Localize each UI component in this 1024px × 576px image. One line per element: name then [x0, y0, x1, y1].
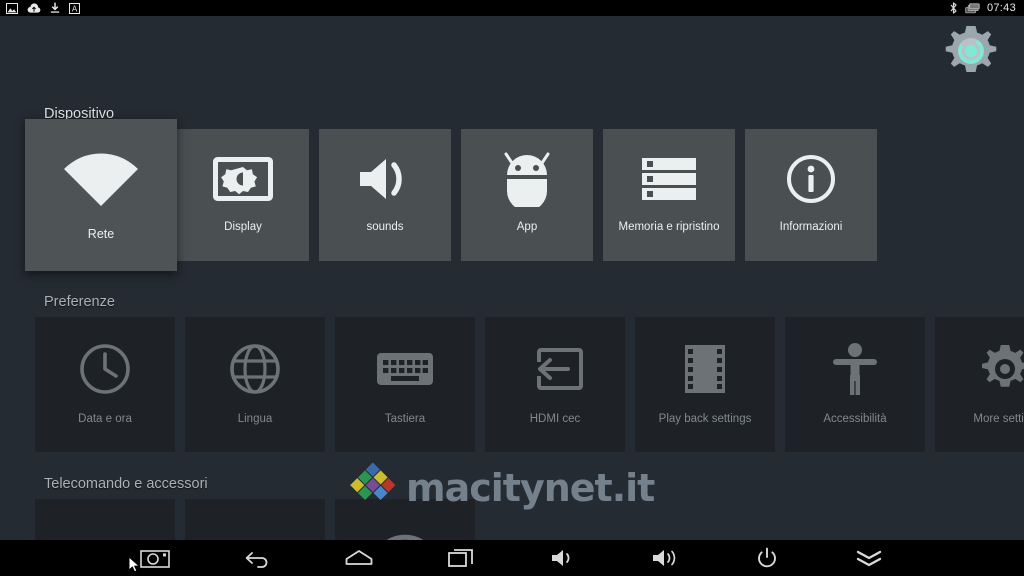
recents-button[interactable]	[410, 540, 512, 576]
globe-icon	[228, 325, 282, 413]
tile-hdmi-cec[interactable]: HDMI cec	[485, 317, 625, 452]
info-icon	[785, 137, 837, 221]
double-chevron-down-icon	[856, 550, 882, 567]
clock-icon	[78, 325, 132, 413]
status-bar: A 07:43	[0, 0, 1024, 16]
tile-lingua[interactable]: Lingua	[185, 317, 325, 452]
tile-sounds[interactable]: sounds	[319, 129, 451, 261]
storage-icon	[640, 137, 698, 221]
tile-label-lingua: Lingua	[237, 413, 273, 425]
tile-label-more-setting: More setting	[973, 413, 1024, 425]
status-bar-right-icons: 07:43	[949, 2, 1018, 14]
section-title-preferenze: Preferenze	[44, 294, 115, 310]
tile-display[interactable]: Display	[177, 129, 309, 261]
back-button[interactable]	[206, 540, 308, 576]
preferences-tile-row: Data e ora Lingua Tastiera HDMI cec Play…	[0, 317, 1024, 452]
section-preferenze: Preferenze Data e ora Lingua Tastiera HD…	[0, 294, 1024, 452]
tile-label-hdmi-cec: HDMI cec	[529, 413, 581, 425]
cloud-upload-icon	[27, 2, 41, 13]
status-bar-clock: 07:43	[986, 2, 1016, 14]
mouse-cursor	[128, 556, 140, 573]
tile-play-back-settings[interactable]: Play back settings	[635, 317, 775, 452]
app-letter-icon: A	[69, 2, 80, 14]
download-icon	[50, 2, 60, 13]
tile-label-accessibilita: Accessibilità	[823, 413, 887, 425]
screenshot-icon	[6, 2, 18, 14]
tile-label-tastiera: Tastiera	[384, 413, 426, 425]
tile-label-sounds: sounds	[366, 221, 404, 233]
volume-down-button[interactable]	[512, 540, 614, 576]
tile-app[interactable]: App	[461, 129, 593, 261]
tile-label-informazioni: Informazioni	[779, 221, 843, 233]
keyboard-icon	[376, 325, 434, 413]
section-title-telecomando: Telecomando e accessori	[44, 476, 208, 492]
film-icon	[681, 325, 729, 413]
section-dispositivo: Dispositivo Rete Display sounds App Memo…	[0, 106, 1024, 271]
home-button[interactable]	[308, 540, 410, 576]
volume-up-icon	[653, 550, 676, 566]
tile-more-setting[interactable]: More setting	[935, 317, 1024, 452]
navigation-bar	[0, 540, 1024, 576]
svg-text:A: A	[72, 4, 78, 13]
accessibility-icon	[831, 325, 879, 413]
recents-icon	[448, 549, 473, 567]
tile-label-rete: Rete	[87, 227, 115, 241]
tile-informazioni[interactable]: Informazioni	[745, 129, 877, 261]
settings-gear-icon[interactable]	[940, 20, 1002, 87]
back-arrow-icon	[245, 552, 268, 568]
tile-label-display: Display	[224, 221, 262, 233]
android-icon	[500, 137, 554, 221]
hdmi-cec-icon	[526, 325, 584, 413]
screenshot-button[interactable]	[104, 540, 206, 576]
camera-icon	[140, 550, 170, 568]
settings-content: Dispositivo Rete Display sounds App Memo…	[0, 16, 1024, 576]
status-bar-left-icons: A	[6, 2, 80, 14]
power-icon	[758, 547, 776, 568]
wifi-icon	[62, 131, 140, 227]
tile-label-data-e-ora: Data e ora	[78, 413, 132, 425]
collapse-button[interactable]	[818, 540, 920, 576]
tile-label-memoria: Memoria e ripristino	[618, 221, 720, 233]
home-icon	[345, 550, 373, 565]
volume-up-button[interactable]	[614, 540, 716, 576]
tile-label-play-back-settings: Play back settings	[658, 413, 752, 425]
sound-icon	[356, 137, 414, 221]
device-tile-row: Rete Display sounds App Memoria e ripris…	[0, 119, 1024, 271]
tile-label-app: App	[516, 221, 538, 233]
tile-data-e-ora[interactable]: Data e ora	[35, 317, 175, 452]
power-button[interactable]	[716, 540, 818, 576]
gear-icon	[977, 325, 1024, 413]
tile-memoria[interactable]: Memoria e ripristino	[603, 129, 735, 261]
tile-accessibilita[interactable]: Accessibilità	[785, 317, 925, 452]
sdcard-stack-icon	[965, 2, 980, 13]
tile-rete[interactable]: Rete	[25, 119, 177, 271]
display-icon	[213, 137, 273, 221]
tile-tastiera[interactable]: Tastiera	[335, 317, 475, 452]
volume-down-icon	[552, 550, 570, 566]
bluetooth-icon	[950, 2, 957, 14]
